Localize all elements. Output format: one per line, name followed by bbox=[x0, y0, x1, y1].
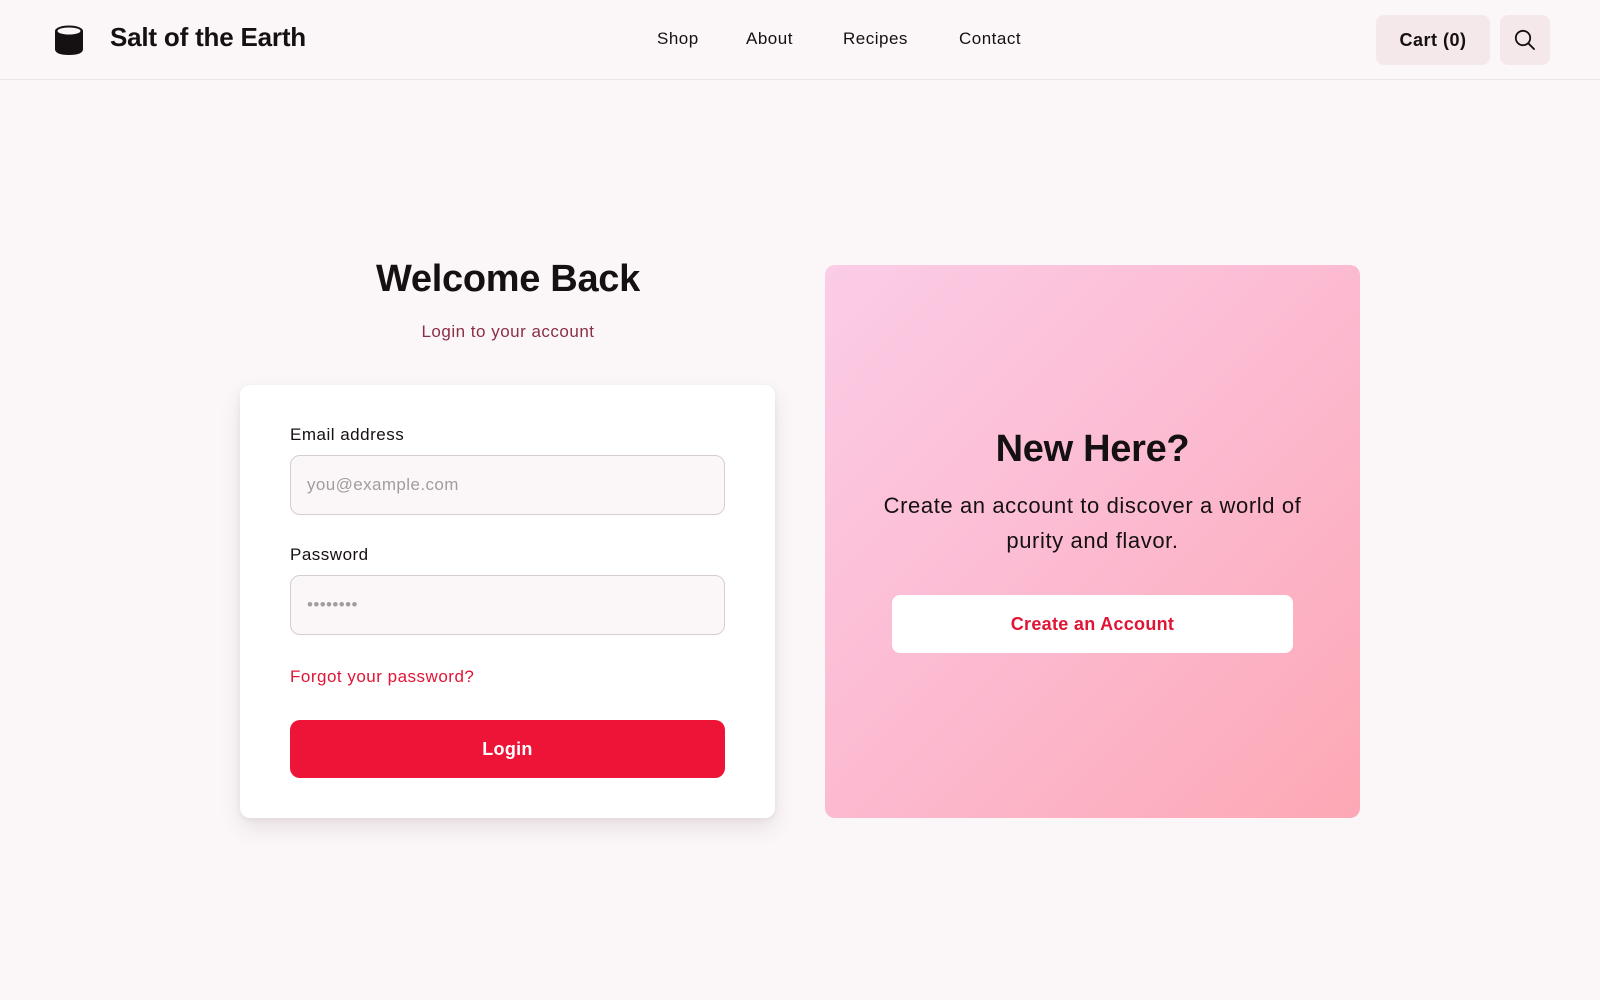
signup-promo: New Here? Create an account to discover … bbox=[825, 265, 1360, 818]
cart-button[interactable]: Cart (0) bbox=[1376, 15, 1490, 65]
signup-description: Create an account to discover a world of… bbox=[883, 493, 1302, 553]
nav-contact[interactable]: Contact bbox=[959, 29, 1021, 49]
login-subtitle: Login to your account bbox=[421, 322, 595, 341]
site-header: Salt of the Earth Shop About Recipes Con… bbox=[0, 0, 1600, 80]
search-button[interactable] bbox=[1500, 15, 1550, 65]
password-label: Password bbox=[290, 545, 369, 564]
nav-shop[interactable]: Shop bbox=[657, 29, 699, 49]
signup-title: New Here? bbox=[995, 428, 1190, 470]
email-field[interactable] bbox=[290, 455, 725, 515]
password-field[interactable] bbox=[290, 575, 725, 635]
login-form: Email address Password Forgot your passw… bbox=[240, 385, 775, 818]
main-nav: Shop About Recipes Contact bbox=[0, 29, 1600, 53]
nav-recipes[interactable]: Recipes bbox=[843, 29, 908, 49]
create-account-button[interactable]: Create an Account bbox=[892, 595, 1293, 653]
nav-about[interactable]: About bbox=[746, 29, 793, 49]
forgot-password-link[interactable]: Forgot your password? bbox=[290, 667, 474, 687]
email-label: Email address bbox=[290, 425, 405, 444]
search-icon bbox=[1514, 29, 1535, 50]
login-title: Welcome Back bbox=[376, 258, 640, 300]
login-button[interactable]: Login bbox=[290, 720, 725, 778]
